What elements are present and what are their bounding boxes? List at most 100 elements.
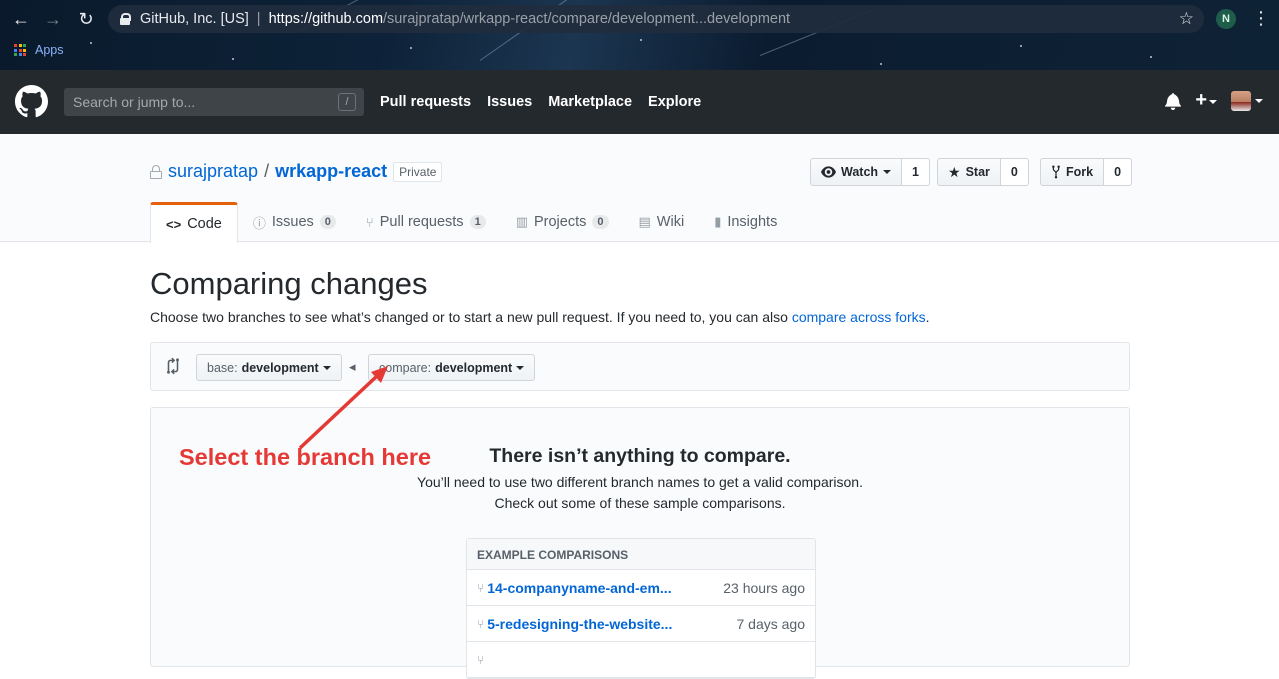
omnibox-divider: |: [256, 11, 261, 27]
code-icon: <>: [166, 216, 182, 232]
blankslate: Select the branch here There isn’t anyth…: [150, 407, 1130, 679]
branch-icon: ⑂: [477, 616, 485, 631]
header-nav: Pull requests Issues Marketplace Explore: [380, 94, 701, 110]
tab-wiki[interactable]: ▤ Wiki: [624, 202, 700, 242]
profile-avatar[interactable]: N: [1216, 9, 1236, 29]
github-logo-icon[interactable]: [15, 85, 48, 118]
repo-path-separator: /: [264, 161, 270, 181]
base-branch-select[interactable]: base: development: [196, 354, 342, 381]
nav-marketplace[interactable]: Marketplace: [548, 94, 632, 110]
background-star: [232, 58, 234, 60]
user-menu-button[interactable]: [1231, 90, 1263, 111]
watch-group: Watch 1: [810, 158, 930, 186]
chevron-down-icon: [1209, 99, 1217, 104]
blankslate-line-1: You’ll need to use two different branch …: [417, 474, 863, 490]
address-bar[interactable]: GitHub, Inc. [US] | https://github.com/s…: [108, 5, 1204, 33]
browser-chrome: ← → ↻ GitHub, Inc. [US] | https://github…: [0, 0, 1279, 70]
issues-counter: 0: [319, 215, 336, 229]
fork-label: Fork: [1066, 165, 1094, 179]
comparison-branch-link[interactable]: 14-companyname-and-em...: [487, 580, 723, 596]
repo-name-link[interactable]: wrkapp-react: [275, 161, 387, 182]
list-item[interactable]: ⑂ 5-redesigning-the-website... 7 days ag…: [467, 606, 815, 642]
lock-icon: [150, 164, 162, 179]
background-star: [90, 42, 92, 44]
fork-group: Fork 0: [1040, 158, 1133, 186]
tab-label: Insights: [727, 214, 778, 230]
eye-icon: [821, 166, 836, 178]
url-host: https://github.com: [268, 11, 384, 27]
tab-insights[interactable]: ▮ Insights: [699, 202, 792, 242]
repo-header: surajpratap / wrkapp-react Private Watch…: [0, 134, 1279, 243]
reload-icon[interactable]: ↻: [75, 8, 97, 30]
bookmark-star-icon[interactable]: ☆: [1179, 9, 1194, 29]
background-star: [640, 39, 642, 41]
forward-arrow-icon[interactable]: →: [42, 8, 64, 30]
range-editor: base: development ◂ compare: development: [150, 342, 1130, 391]
header-actions: +: [1165, 90, 1263, 111]
tab-label: Code: [187, 216, 222, 232]
tab-label: Pull requests: [379, 214, 464, 230]
chevron-down-icon: [322, 365, 331, 370]
url-path: /surajpratap/wrkapp-react/compare/develo…: [383, 11, 791, 27]
chevron-down-icon: [883, 170, 892, 174]
compare-branch-select[interactable]: compare: development: [368, 354, 536, 381]
base-branch-name: development: [241, 360, 319, 375]
swap-branches-icon[interactable]: [165, 357, 181, 375]
browser-menu-icon[interactable]: ⋮: [1252, 8, 1270, 28]
list-item[interactable]: ⑂ 14-companyname-and-em... 23 hours ago: [467, 570, 815, 606]
tab-label: Projects: [533, 214, 587, 230]
nav-issues[interactable]: Issues: [487, 94, 532, 110]
bell-icon[interactable]: [1165, 92, 1182, 110]
list-item[interactable]: ⑂: [467, 642, 815, 678]
compare-branch-name: development: [435, 360, 513, 375]
plus-icon: +: [1195, 89, 1207, 111]
book-icon: ▤: [638, 214, 651, 229]
background-star: [1020, 45, 1022, 47]
background-star: [410, 47, 412, 49]
fork-icon: [1052, 165, 1060, 179]
project-icon: ▥: [515, 214, 528, 229]
page-title: Comparing changes: [150, 266, 428, 301]
star-group: ★ Star 0: [937, 158, 1029, 186]
tab-code[interactable]: <> Code: [150, 202, 238, 243]
nav-explore[interactable]: Explore: [648, 94, 701, 110]
watch-count[interactable]: 1: [902, 158, 930, 186]
description-suffix: .: [925, 309, 930, 325]
tab-label: Issues: [271, 214, 314, 230]
tab-pull-requests[interactable]: ⑂ Pull requests 1: [351, 202, 501, 242]
tab-label: Wiki: [656, 214, 685, 230]
private-badge: Private: [393, 161, 443, 182]
back-arrow-icon[interactable]: ←: [10, 8, 32, 30]
description-text: Choose two branches to see what’s change…: [150, 309, 792, 325]
github-header: Search or jump to... / Pull requests Iss…: [0, 70, 1279, 134]
left-arrow-icon: ◂: [349, 359, 356, 374]
compare-label: compare:: [379, 360, 432, 375]
avatar: [1231, 90, 1251, 111]
compare-across-forks-link[interactable]: compare across forks: [792, 309, 926, 325]
fork-button[interactable]: Fork: [1040, 158, 1105, 186]
apps-label: Apps: [35, 43, 64, 57]
tab-projects[interactable]: ▥ Projects 0: [501, 202, 624, 242]
bookmark-apps[interactable]: Apps: [14, 43, 64, 57]
tab-issues[interactable]: ⓘ Issues 0: [238, 202, 351, 242]
repo-owner-link[interactable]: surajpratap: [168, 161, 258, 182]
star-button[interactable]: ★ Star: [937, 158, 1001, 186]
watch-label: Watch: [841, 165, 879, 179]
examples-header: EXAMPLE COMPARISONS: [467, 539, 815, 570]
search-input[interactable]: Search or jump to... /: [64, 88, 364, 116]
create-new-button[interactable]: +: [1195, 90, 1217, 111]
comparison-time: 7 days ago: [736, 615, 806, 632]
watch-button[interactable]: Watch: [810, 158, 903, 186]
search-placeholder: Search or jump to...: [73, 94, 196, 110]
star-count[interactable]: 0: [1000, 158, 1029, 186]
comparison-branch-link[interactable]: 5-redesigning-the-website...: [487, 616, 736, 632]
star-icon: ★: [948, 163, 961, 180]
apps-grid-icon: [14, 44, 26, 56]
site-identity: GitHub, Inc. [US]: [140, 11, 249, 27]
repo-nav: <> Code ⓘ Issues 0 ⑂ Pull requests 1 ▥ P…: [150, 202, 792, 243]
nav-pull-requests[interactable]: Pull requests: [380, 94, 471, 110]
fork-count[interactable]: 0: [1104, 158, 1133, 186]
pull-requests-counter: 1: [469, 215, 486, 229]
pull-request-icon: ⑂: [365, 214, 374, 230]
comparison-time: 23 hours ago: [723, 579, 805, 596]
